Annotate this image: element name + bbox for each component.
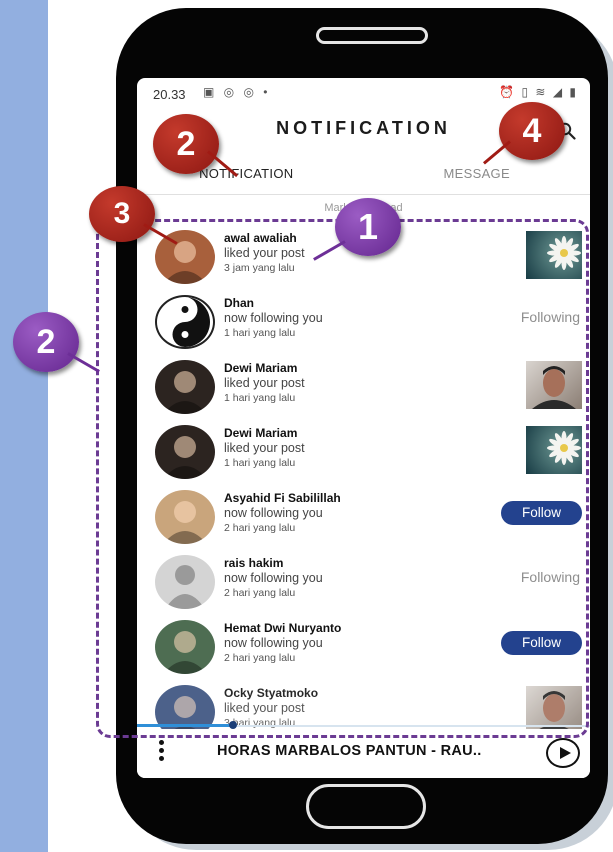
phone-earpiece: [316, 27, 428, 44]
play-icon[interactable]: [546, 738, 580, 768]
status-system-icons: ⏰ ▯ ≋ ◢ ▮: [499, 85, 578, 99]
annotation-badge-3: 3: [89, 186, 155, 242]
tab-message[interactable]: MESSAGE: [364, 166, 591, 181]
tab-divider: [137, 194, 590, 195]
annotation-badge-2-list: 2: [13, 312, 79, 372]
more-options-icon[interactable]: [159, 740, 165, 764]
home-button[interactable]: [306, 784, 426, 829]
left-side-bar: [0, 0, 48, 852]
annotation-badge-4: 4: [499, 102, 565, 160]
annotation-badge-1: 1: [335, 198, 401, 256]
status-notification-icons: ▣ ◎ ◎ •: [203, 85, 271, 99]
status-time: 20.33: [153, 87, 186, 102]
annotation-badge-2-tab: 2: [153, 114, 219, 174]
tab-bar: NOTIFICATION MESSAGE: [137, 166, 590, 196]
annotation-dashed-box: [96, 219, 589, 738]
song-title[interactable]: HORAS MARBALOS PANTUN - RAU..: [217, 743, 482, 759]
